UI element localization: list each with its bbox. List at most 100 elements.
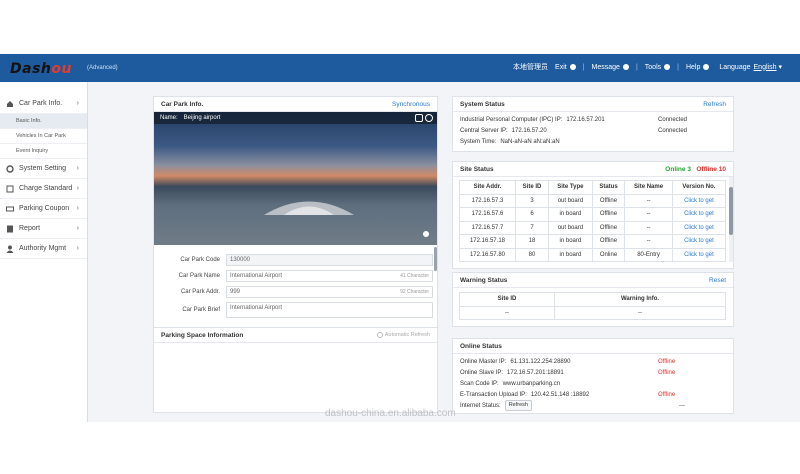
site-table-scrollbar[interactable]	[729, 177, 733, 262]
subitem-label: Vehicles In Car Park	[16, 133, 66, 139]
cell-site-id: 7	[514, 220, 550, 235]
car-park-name-label: Car Park Name	[178, 273, 220, 279]
table-header-row: Site ID Warning Info.	[459, 292, 726, 307]
panel-title: Parking Space Information	[161, 331, 244, 339]
cell-site-type: in board	[548, 234, 593, 249]
click-to-get-link[interactable]: Click to get	[671, 247, 727, 262]
car-park-brief-label: Car Park Brief	[182, 307, 220, 313]
edit-icon[interactable]	[415, 114, 423, 122]
scan-code-row: Scan Code IP: www.urbanparking.cn	[453, 378, 733, 389]
panel-header: Parking Space Information Automatic Refr…	[154, 328, 437, 343]
airport-terminal-graphic	[264, 201, 354, 215]
sidebar-subitem-event-inquiry[interactable]: Event Inquiry	[0, 144, 87, 159]
online-master-label: Online Master IP:	[460, 358, 507, 365]
cell-status: Offline	[591, 207, 626, 222]
system-status-list: Industrial Personal Computer (IPC) IP: 17…	[453, 112, 733, 147]
cell-site-name: 80-Entry	[624, 247, 673, 262]
car-park-addr-value: 999	[230, 289, 241, 295]
synchronous-link[interactable]: Synchronous	[392, 101, 430, 108]
tools-button[interactable]: Tools	[645, 64, 671, 71]
auto-refresh-radio[interactable]	[376, 332, 383, 338]
home-icon	[6, 100, 14, 108]
system-time-label: System Time:	[460, 138, 497, 145]
auto-refresh-toggle[interactable]: Automatic Refresh	[376, 332, 430, 338]
refresh-link[interactable]: Refresh	[703, 101, 726, 108]
click-to-get-link[interactable]: Click to get	[671, 193, 727, 208]
warning-table: Site ID Warning Info. -- --	[459, 292, 726, 320]
cell-site-id: 18	[514, 234, 550, 249]
nav-divider: |	[635, 63, 638, 71]
cell-site-type: out board	[548, 220, 593, 235]
car-park-code-field[interactable]: 130000	[226, 254, 433, 266]
internet-status-label: Internet Status:	[460, 402, 501, 409]
sidebar-item-charge-standard[interactable]: Charge Standard ›	[0, 179, 87, 199]
click-to-get-link[interactable]: Click to get	[671, 220, 727, 235]
car-park-addr-row: Car Park Addr. 999 92 Character	[154, 285, 444, 299]
download-icon	[664, 64, 671, 70]
sidebar-item-car-park-info[interactable]: Car Park Info. ›	[0, 94, 87, 114]
car-park-name-row: Car Park Name International Airport 41 Ch…	[154, 269, 444, 283]
photo-name-label: Name:	[160, 115, 178, 121]
brand-logo: Dashou	[10, 61, 72, 77]
online-slave-row: Online Slave IP: 172.16.57.201:18891 Offli…	[453, 367, 733, 378]
help-button[interactable]: Help	[686, 64, 710, 71]
sidebar-subitem-basic-info[interactable]: Basic Info.	[0, 114, 87, 129]
subitem-label: Event Inquiry	[16, 148, 49, 154]
cell-site-addr: 172.16.57.7	[459, 220, 516, 235]
admin-user-link[interactable]: 本地管理员	[513, 62, 548, 72]
message-button[interactable]: Message	[592, 64, 629, 71]
photo-tools	[413, 114, 433, 122]
chevron-right-icon: ›	[76, 245, 79, 252]
carousel-dot[interactable]	[423, 231, 429, 237]
click-to-get-link[interactable]: Click to get	[671, 207, 727, 222]
exit-button[interactable]: Exit	[555, 64, 576, 71]
scrollbar-thumb[interactable]	[729, 187, 733, 235]
internet-refresh-button[interactable]: Refresh	[504, 400, 532, 411]
table-row: 172.16.57.80 80 in board Online 80-Entry…	[459, 247, 727, 262]
photo-name-value: Beijing airport	[183, 115, 221, 121]
internet-status-row: Internet Status: Refresh ---	[453, 400, 733, 411]
cell-site-id: 6	[514, 207, 550, 222]
sidebar-item-system-setting[interactable]: System Setting ›	[0, 159, 87, 179]
panel-title: Car Park Info.	[161, 100, 204, 108]
money-icon	[6, 185, 14, 193]
cell-site-type: out board	[548, 193, 593, 208]
cell-site-id: --	[459, 305, 555, 320]
sidebar: Car Park Info. › Basic Info. Vehicles In…	[0, 82, 88, 422]
click-to-get-link[interactable]: Click to get	[671, 234, 727, 249]
cell-site-addr: 172.16.57.18	[459, 234, 516, 249]
online-master-status: Offline	[658, 358, 676, 365]
language-value: English	[753, 63, 777, 71]
table-row: -- --	[459, 305, 726, 320]
sidebar-item-authority-mgmt[interactable]: Authority Mgmt ›	[0, 239, 87, 259]
online-count: Online 3	[665, 165, 691, 173]
car-park-name-field[interactable]: International Airport 41 Character	[226, 270, 433, 282]
coupon-icon	[6, 205, 14, 213]
system-status-panel: System Status Refresh Industrial Persona…	[452, 96, 734, 152]
language-selector[interactable]: Language English ▾	[719, 63, 782, 72]
sidebar-item-report[interactable]: Report ›	[0, 219, 87, 239]
cell-site-addr: 172.16.57.80	[459, 247, 516, 262]
e-transaction-value: 120.42.51.148 :18892	[530, 391, 590, 398]
sidebar-subitem-vehicles[interactable]: Vehicles In Car Park	[0, 129, 87, 144]
car-park-addr-field[interactable]: 999 92 Character	[226, 286, 433, 298]
sidebar-item-parking-coupon[interactable]: Parking Coupon ›	[0, 199, 87, 219]
reset-link[interactable]: Reset	[709, 277, 726, 284]
close-icon[interactable]	[425, 114, 433, 122]
scan-code-label: Scan Code IP:	[460, 380, 499, 387]
site-counts: Online 3 Offline 10	[665, 166, 726, 173]
cell-site-type: in board	[548, 207, 593, 222]
table-header-row: Site Addr. Site ID Site Type Status Site…	[459, 180, 727, 195]
parking-space-panel: Parking Space Information Automatic Refr…	[153, 327, 438, 413]
sidebar-item-label: Report	[19, 225, 41, 232]
col-site-type: Site Type	[548, 180, 593, 195]
internet-status-value: ---	[679, 402, 685, 409]
car-park-code-value: 130000	[230, 257, 251, 263]
car-park-brief-field[interactable]: International Airport	[226, 302, 433, 318]
cell-site-id: 80	[514, 247, 550, 262]
system-time-value: NaN-aN-aN aN:aN:aN	[500, 138, 560, 145]
scan-code-value: www.urbanparking.cn	[502, 380, 561, 387]
sidebar-item-label: Car Park Info.	[19, 100, 63, 107]
central-server-status: Connected	[658, 127, 688, 134]
sidebar-item-label: Authority Mgmt	[19, 245, 67, 252]
